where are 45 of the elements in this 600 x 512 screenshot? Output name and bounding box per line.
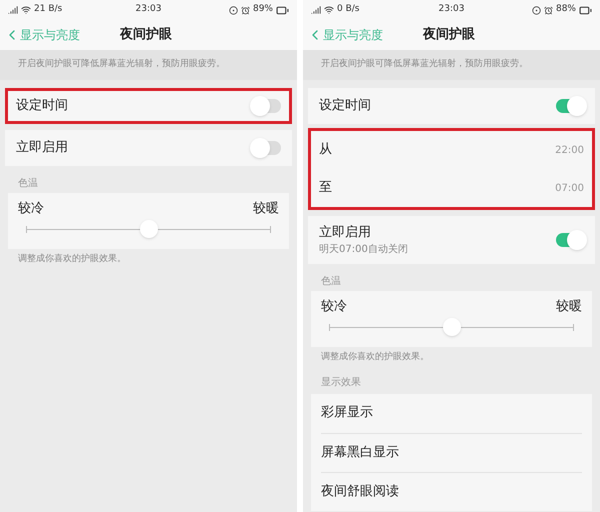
toggle-label: 设定时间 — [16, 97, 68, 116]
section-label: 显示效果 — [320, 376, 362, 390]
option-item[interactable]: 夜间舒眼阅读 — [321, 482, 399, 502]
alarm-icon — [544, 6, 553, 14]
intro-text: 开启夜间护眼可降低屏幕蓝光辐射，预防用眼疲劳。 — [321, 58, 528, 72]
toggle-switch[interactable] — [556, 99, 584, 113]
page-title: 夜间护眼 — [423, 26, 475, 44]
clock: 23:03 — [136, 3, 162, 16]
toggle-label: 立即启用 — [319, 224, 372, 242]
toggle-label: 设定时间 — [319, 97, 371, 116]
toggle-label: 立即启用 — [16, 139, 68, 158]
signal-icon — [311, 5, 321, 15]
time-label[interactable]: 至 — [319, 178, 332, 198]
toggle-switch[interactable] — [556, 233, 584, 247]
time-label[interactable]: 从 — [319, 140, 332, 160]
toggle-subtitle: 明天07:00自动关闭 — [319, 242, 408, 258]
wifi-icon — [324, 5, 334, 15]
hint-text: 调整成你喜欢的护眼效果。 — [17, 253, 127, 266]
section-label: 色温 — [17, 177, 39, 191]
hint-text: 调整成你喜欢的护眼效果。 — [320, 351, 430, 364]
intro-text: 开启夜间护眼可降低屏幕蓝光辐射，预防用眼疲劳。 — [18, 58, 225, 72]
battery-level: 89% — [252, 3, 273, 16]
signal-icon — [8, 5, 18, 15]
wifi-icon — [21, 5, 31, 15]
slider-min-label: 较冷 — [321, 298, 347, 316]
battery-icon — [276, 4, 289, 16]
network-speed: 21 B/s — [34, 3, 62, 16]
time-value: 07:00 — [555, 182, 584, 196]
option-item[interactable]: 屏幕黑白显示 — [321, 442, 399, 462]
option-item[interactable]: 彩屏显示 — [321, 403, 373, 423]
slider-thumb[interactable] — [442, 318, 460, 336]
page-title: 夜间护眼 — [120, 26, 172, 44]
battery-level: 88% — [556, 3, 576, 16]
battery-icon — [579, 4, 592, 16]
toggle-switch[interactable] — [253, 99, 281, 113]
slider-min-label: 较冷 — [18, 200, 44, 218]
network-speed: 0 B/s — [337, 3, 360, 16]
slider-max-label: 较暖 — [556, 298, 582, 316]
alarm-icon — [240, 6, 250, 14]
time-value: 22:00 — [555, 144, 584, 158]
clock: 23:03 — [438, 3, 464, 16]
section-label: 色温 — [320, 275, 342, 289]
toggle-switch[interactable] — [253, 141, 281, 155]
slider-max-label: 较暖 — [253, 200, 279, 218]
slider-thumb[interactable] — [140, 220, 158, 238]
